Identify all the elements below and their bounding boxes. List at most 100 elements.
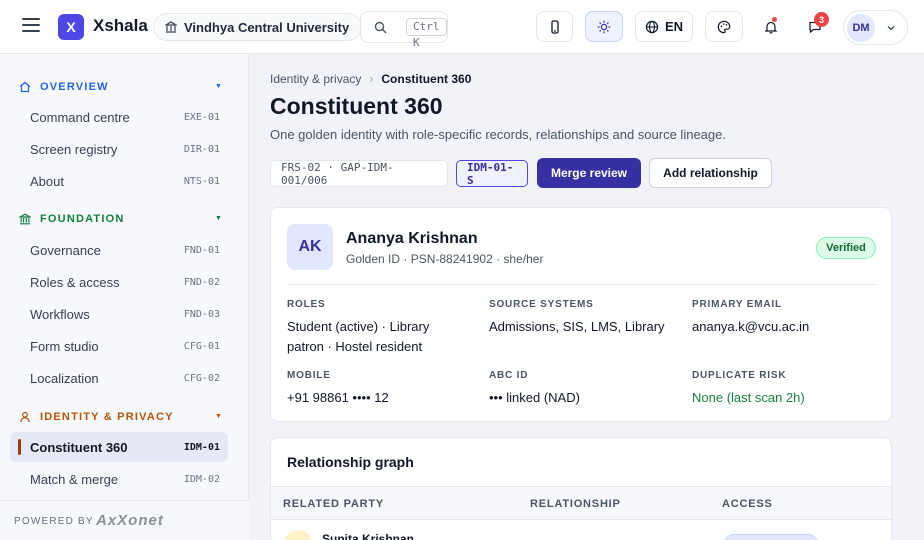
sidebar-item-label: Constituent 360 xyxy=(30,439,128,455)
sidebar-item-label: Localization xyxy=(30,370,99,386)
profile-card: AK Ananya Krishnan Golden ID · PSN-88241… xyxy=(270,207,892,422)
duplicate-risk-value: None (last scan 2h) xyxy=(692,390,805,405)
palette-icon xyxy=(717,20,731,33)
sidebar: OVERVIEW ▼ Command centre EXE-01 Screen … xyxy=(0,54,249,540)
status-badge: Verified xyxy=(816,237,876,259)
table-header: RELATED PARTY RELATIONSHIP ACCESS xyxy=(271,486,891,520)
sidebar-item-workflows[interactable]: Workflows FND-03 xyxy=(10,299,228,329)
table-row-name[interactable]: Sunita Krishnan xyxy=(322,532,414,540)
powered-by-label: POWERED BY xyxy=(14,516,94,527)
sidebar-item-roles-access[interactable]: Roles & access FND-02 xyxy=(10,267,228,297)
messages-count-badge: 3 xyxy=(814,12,829,27)
notifications-button[interactable] xyxy=(753,11,789,42)
sidebar-item-label: Governance xyxy=(30,242,101,258)
sidebar-item-match-merge[interactable]: Match & merge IDM-02 xyxy=(10,464,228,494)
caret-down-icon[interactable]: ▼ xyxy=(215,413,222,420)
profile-name: Ananya Krishnan xyxy=(346,230,478,247)
sidebar-item-command-centre[interactable]: Command centre EXE-01 xyxy=(10,102,228,132)
screen-id-chip: IDM-01-S xyxy=(456,160,528,187)
sidebar-item-localization[interactable]: Localization CFG-02 xyxy=(10,363,228,393)
home-icon xyxy=(19,81,31,93)
chevron-down-icon xyxy=(887,26,895,31)
mobile-label: MOBILE xyxy=(287,370,331,381)
caret-down-icon[interactable]: ▼ xyxy=(215,83,222,90)
section-identity-privacy[interactable]: IDENTITY & PRIVACY xyxy=(19,408,174,426)
sidebar-item-label: Roles & access xyxy=(30,274,120,290)
sidebar-item-form-studio[interactable]: Form studio CFG-01 xyxy=(10,331,228,361)
caret-down-icon[interactable]: ▼ xyxy=(215,215,222,222)
breadcrumb-separator: › xyxy=(369,72,374,86)
abc-id-value: ••• linked (NAD) xyxy=(489,390,580,405)
mobile-value: +91 98861 •••• 12 xyxy=(287,390,389,405)
sidebar-item-constituent-360[interactable]: Constituent 360 IDM-01 xyxy=(10,432,228,462)
avatar xyxy=(284,530,312,540)
search-input[interactable]: Ctrl K xyxy=(360,11,448,49)
profile-meta: Golden ID · PSN-88241902 · she/her xyxy=(346,252,544,266)
divider xyxy=(287,284,876,285)
sun-icon xyxy=(597,20,611,33)
page-subtitle: One golden identity with role-specific r… xyxy=(270,127,726,142)
search-shortcut: Ctrl K xyxy=(406,18,447,49)
sidebar-item-screen-registry[interactable]: Screen registry DIR-01 xyxy=(10,134,228,164)
section-label: OVERVIEW xyxy=(40,81,109,93)
axxonet-logo: AxXonet xyxy=(96,512,164,529)
breadcrumb-parent[interactable]: Identity & privacy xyxy=(270,72,361,86)
avatar: DM xyxy=(847,14,875,42)
sidebar-item-code: DIR-01 xyxy=(183,143,220,155)
sidebar-item-code: CFG-01 xyxy=(183,340,220,352)
sidebar-item-label: Screen registry xyxy=(30,141,118,157)
sidebar-item-governance[interactable]: Governance FND-01 xyxy=(10,235,228,265)
theme-toggle-button[interactable] xyxy=(585,11,623,42)
section-label: IDENTITY & PRIVACY xyxy=(40,411,174,423)
university-selector[interactable]: Vindhya Central University xyxy=(153,13,363,41)
sidebar-item-label: Workflows xyxy=(30,306,90,322)
sidebar-item-code: CFG-02 xyxy=(183,372,220,384)
brand-name: Xshala xyxy=(93,16,148,35)
language-button[interactable]: EN xyxy=(635,11,693,42)
mobile-view-button[interactable] xyxy=(536,11,573,42)
reference-chip: FRS-02 · GAP-IDM-001/006 xyxy=(270,160,448,187)
page-title: Constituent 360 xyxy=(270,93,443,119)
add-relationship-button[interactable]: Add relationship xyxy=(649,158,772,188)
roles-value-line2: patron · Hostel resident xyxy=(287,339,423,354)
bank-icon xyxy=(19,213,31,225)
sidebar-item-code: FND-01 xyxy=(183,244,220,256)
column-related-party: RELATED PARTY xyxy=(283,498,385,510)
university-name: Vindhya Central University xyxy=(184,19,350,35)
sidebar-item-code: FND-02 xyxy=(183,276,220,288)
top-bar: X Xshala Vindhya Central University Ctrl… xyxy=(0,0,924,54)
section-foundation[interactable]: FOUNDATION xyxy=(19,210,125,228)
sidebar-item-code: IDM-02 xyxy=(183,473,220,485)
breadcrumb-current: Constituent 360 xyxy=(381,72,472,86)
menu-icon[interactable] xyxy=(22,18,40,32)
sidebar-item-code: FND-03 xyxy=(183,308,220,320)
sidebar-item-label: About xyxy=(30,173,64,189)
sidebar-item-about[interactable]: About NTS-01 xyxy=(10,166,228,196)
primary-email-label: PRIMARY EMAIL xyxy=(692,299,782,310)
sidebar-item-label: Match & merge xyxy=(30,471,119,487)
language-label: EN xyxy=(664,19,684,34)
section-overview[interactable]: OVERVIEW xyxy=(19,78,109,96)
powered-by-footer: POWERED BY AxXonet xyxy=(0,500,249,540)
section-label: FOUNDATION xyxy=(40,213,125,225)
notification-dot xyxy=(772,17,777,22)
brand-logo: X xyxy=(58,14,84,40)
sidebar-item-label: Command centre xyxy=(30,109,130,125)
duplicate-risk-label: DUPLICATE RISK xyxy=(692,370,787,381)
source-systems-label: SOURCE SYSTEMS xyxy=(489,299,594,310)
globe-icon xyxy=(645,20,659,33)
profile-avatar: AK xyxy=(287,224,333,270)
sidebar-item-label: Form studio xyxy=(30,338,99,354)
user-menu-button[interactable]: DM xyxy=(843,10,908,45)
roles-value-line1: Student (active) · Library xyxy=(287,319,430,334)
access-badge xyxy=(724,534,818,540)
column-relationship: RELATIONSHIP xyxy=(530,498,621,510)
palette-button[interactable] xyxy=(705,11,743,42)
relationship-graph-card: Relationship graph RELATED PARTY RELATIO… xyxy=(270,437,892,540)
relationship-graph-title: Relationship graph xyxy=(287,454,414,470)
merge-review-button[interactable]: Merge review xyxy=(537,158,641,188)
roles-label: ROLES xyxy=(287,299,326,310)
source-systems-value: Admissions, SIS, LMS, Library xyxy=(489,319,665,334)
institution-icon xyxy=(165,21,177,33)
sidebar-item-code: IDM-01 xyxy=(183,441,220,453)
